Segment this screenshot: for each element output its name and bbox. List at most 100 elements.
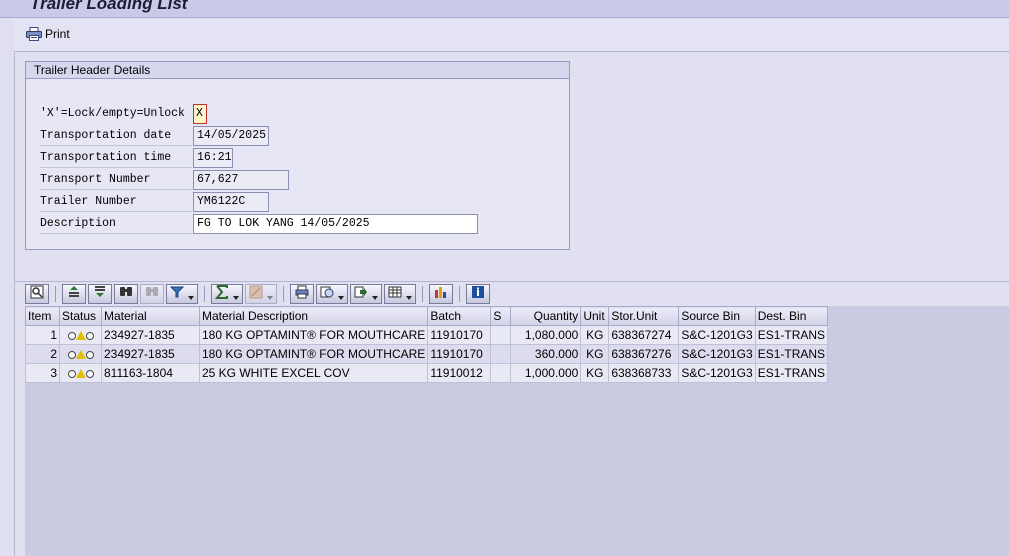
cell-item[interactable]: 2 <box>25 344 60 364</box>
cell-quantity[interactable]: 360.000 <box>510 344 582 364</box>
trailer-number-field[interactable]: YM6122C <box>193 192 269 212</box>
find-next-icon <box>145 285 159 302</box>
cell-s[interactable] <box>490 325 512 345</box>
graphic-icon <box>434 285 448 302</box>
column-header-s[interactable]: S <box>490 306 512 326</box>
toolbar-separator <box>422 285 423 302</box>
trailer-header-box: Trailer Header Details 'X'=Lock/empty=Un… <box>25 61 570 250</box>
subtotal-icon <box>249 285 263 302</box>
cell-s[interactable] <box>490 363 512 383</box>
cell-item[interactable]: 3 <box>25 363 60 383</box>
subtotal-button[interactable] <box>245 283 277 304</box>
export-button[interactable] <box>350 283 382 304</box>
cell-material[interactable]: 811163-1804 <box>101 363 200 383</box>
cell-dest-bin[interactable]: ES1-TRANS <box>754 363 829 383</box>
cell-s[interactable] <box>490 344 512 364</box>
find-icon <box>119 285 133 302</box>
cell-material[interactable]: 234927-1835 <box>101 325 200 345</box>
cell-material-description[interactable]: 180 KG OPTAMINT® FOR MOUTHCARE <box>198 325 429 345</box>
views-button[interactable] <box>316 283 348 304</box>
filter-icon <box>169 285 185 302</box>
information-icon <box>471 285 485 302</box>
cell-status[interactable] <box>59 325 102 345</box>
description-field[interactable]: FG TO LOK YANG 14/05/2025 <box>193 214 478 234</box>
information-button[interactable] <box>466 283 490 304</box>
export-icon <box>354 285 368 302</box>
cell-batch[interactable]: 11910012 <box>427 363 492 383</box>
layout-icon <box>388 285 402 302</box>
alv-toolbar <box>25 283 490 304</box>
transportation-time-row: Transportation time 16:21 <box>40 148 540 168</box>
sort-ascending-icon <box>67 285 81 302</box>
layout-button[interactable] <box>384 283 416 304</box>
cell-quantity[interactable]: 1,000.000 <box>510 363 582 383</box>
cell-source-bin[interactable]: S&C-1201G3 <box>678 325 756 345</box>
cell-item[interactable]: 1 <box>25 325 60 345</box>
print-preview-button[interactable] <box>290 283 314 304</box>
column-header-item[interactable]: Item <box>25 306 60 326</box>
table-row[interactable]: 1 234927-1835 180 KG OPTAMINT® FOR MOUTH… <box>25 325 829 345</box>
toolbar-separator <box>55 285 56 302</box>
cell-status[interactable] <box>59 363 102 383</box>
section-divider <box>14 281 1009 282</box>
cell-batch[interactable]: 11910170 <box>427 344 492 364</box>
alv-grid-area: Item Status Material Material Descriptio… <box>25 306 1009 556</box>
cell-source-bin[interactable]: S&C-1201G3 <box>678 344 756 364</box>
column-header-batch[interactable]: Batch <box>427 306 492 326</box>
cell-batch[interactable]: 11910170 <box>427 325 492 345</box>
cell-stor-unit[interactable]: 638367274 <box>608 325 680 345</box>
transportation-date-field[interactable]: 14/05/2025 <box>193 126 269 146</box>
print-button[interactable]: Print <box>26 27 70 41</box>
cell-stor-unit[interactable]: 638367276 <box>608 344 680 364</box>
cell-unit[interactable]: KG <box>580 363 610 383</box>
views-icon <box>320 285 334 302</box>
toolbar-separator <box>204 285 205 302</box>
lock-label: 'X'=Lock/empty=Unlock <box>40 107 185 120</box>
details-button[interactable] <box>25 283 49 304</box>
table-row[interactable]: 3 811163-1804 25 KG WHITE EXCEL COV 1191… <box>25 363 829 383</box>
column-header-status[interactable]: Status <box>59 306 102 326</box>
status-traffic-light-icon <box>67 369 94 379</box>
cell-source-bin[interactable]: S&C-1201G3 <box>678 363 756 383</box>
cell-dest-bin[interactable]: ES1-TRANS <box>754 344 829 364</box>
column-header-material-description[interactable]: Material Description <box>198 306 429 326</box>
lock-input[interactable]: X <box>193 104 207 124</box>
sort-ascending-button[interactable] <box>62 283 86 304</box>
label-underline <box>40 167 192 168</box>
label-underline <box>40 211 192 212</box>
table-row[interactable]: 2 234927-1835 180 KG OPTAMINT® FOR MOUTH… <box>25 344 829 364</box>
column-header-unit[interactable]: Unit <box>580 306 610 326</box>
transport-number-field[interactable]: 67,627 <box>193 170 289 190</box>
table-header-row: Item Status Material Material Descriptio… <box>25 306 829 326</box>
transportation-time-field[interactable]: 16:21 <box>193 148 233 168</box>
cell-unit[interactable]: KG <box>580 325 610 345</box>
cell-material-description[interactable]: 25 KG WHITE EXCEL COV <box>198 363 429 383</box>
column-header-quantity[interactable]: Quantity <box>510 306 582 326</box>
filter-button[interactable] <box>166 283 198 304</box>
label-underline <box>40 189 192 190</box>
column-header-source-bin[interactable]: Source Bin <box>678 306 756 326</box>
find-next-button[interactable] <box>140 283 164 304</box>
cell-status[interactable] <box>59 344 102 364</box>
cell-dest-bin[interactable]: ES1-TRANS <box>754 325 829 345</box>
sort-descending-icon <box>93 285 107 302</box>
graphic-button[interactable] <box>429 283 453 304</box>
trailer-number-row: Trailer Number YM6122C <box>40 192 540 212</box>
sort-descending-button[interactable] <box>88 283 112 304</box>
cell-material-description[interactable]: 180 KG OPTAMINT® FOR MOUTHCARE <box>198 344 429 364</box>
find-button[interactable] <box>114 283 138 304</box>
description-row: Description FG TO LOK YANG 14/05/2025 <box>40 214 540 234</box>
title-bar: Trailer Loading List <box>0 0 1009 18</box>
cell-unit[interactable]: KG <box>580 344 610 364</box>
cell-stor-unit[interactable]: 638368733 <box>608 363 680 383</box>
label-underline <box>40 233 192 234</box>
column-header-stor-unit[interactable]: Stor.Unit <box>608 306 680 326</box>
column-header-dest-bin[interactable]: Dest. Bin <box>754 306 829 326</box>
page-title: Trailer Loading List <box>30 0 188 13</box>
sum-button[interactable] <box>211 283 243 304</box>
column-header-material[interactable]: Material <box>101 306 200 326</box>
description-label: Description <box>40 217 116 230</box>
trailer-loading-table: Item Status Material Material Descriptio… <box>25 306 829 383</box>
cell-quantity[interactable]: 1,080.000 <box>510 325 582 345</box>
cell-material[interactable]: 234927-1835 <box>101 344 200 364</box>
